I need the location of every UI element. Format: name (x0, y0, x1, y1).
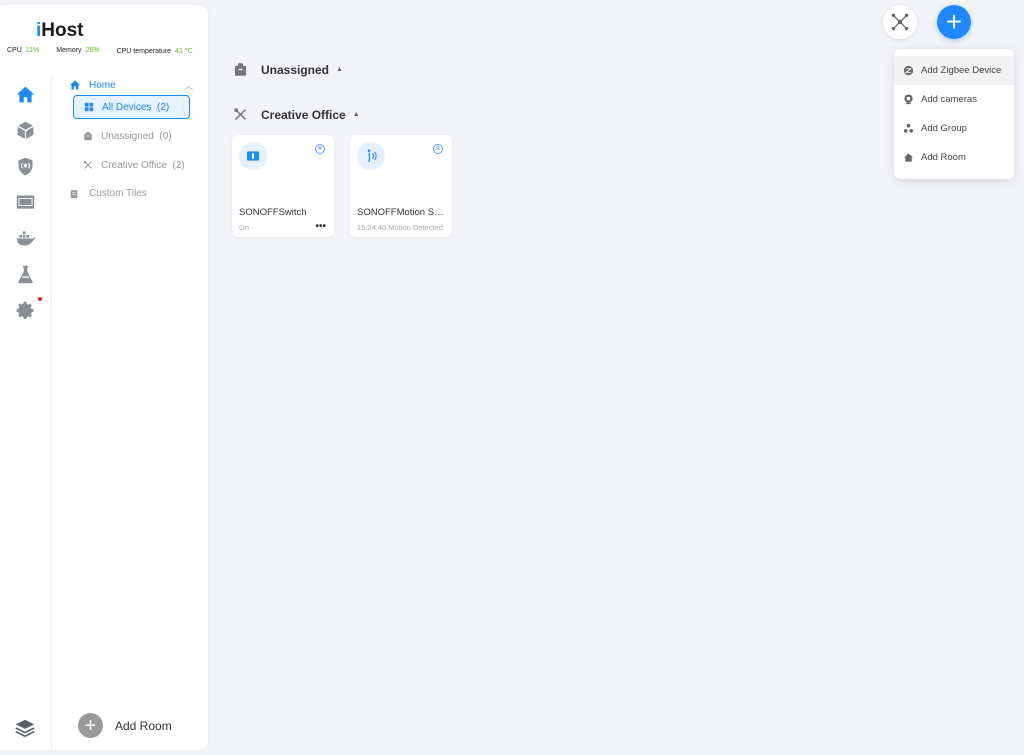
memory-stat: Memory 25% (56, 47, 100, 54)
group-icon (903, 123, 914, 133)
device-name: SONOFFSwitch (239, 207, 307, 218)
caret-up-icon: ▲ (336, 66, 343, 73)
device-card-sonoff-motion-sensor[interactable]: R SONOFFMotion Sensor 15:24:40 Motion De… (350, 135, 452, 237)
home-icon[interactable] (14, 83, 36, 105)
icon-rail (0, 75, 52, 750)
notification-dot (38, 297, 42, 301)
cpu-temperature-stat: CPU temperature 41 ℃ (116, 48, 193, 55)
add-button[interactable]: + (937, 5, 971, 39)
topology-button[interactable] (883, 5, 917, 39)
shield-icon[interactable] (14, 155, 36, 177)
monitor-icon[interactable] (14, 191, 36, 213)
nav-item-creative-office[interactable]: Creative Office (2) (73, 153, 190, 177)
app-logo: iHost (36, 20, 84, 41)
cpu-stat: CPU 11% (7, 47, 40, 54)
plus-icon: + (78, 713, 103, 738)
add-dropdown-menu: Add Zigbee Device Add cameras Add Group … (894, 49, 1014, 179)
grid-icon (84, 102, 94, 112)
clipboard-icon (70, 189, 78, 198)
docker-icon[interactable] (14, 227, 36, 249)
caret-up-icon: ▲ (352, 111, 360, 118)
box-icon (234, 63, 247, 76)
box-icon (84, 131, 92, 141)
section-creative-office[interactable]: Creative Office ▲ (233, 107, 360, 122)
menu-item-add-zigbee-device[interactable]: Add Zigbee Device (894, 56, 1014, 85)
menu-item-add-group[interactable]: Add Group (894, 114, 1014, 143)
nav-custom-tiles[interactable]: Custom Tiles (69, 188, 147, 199)
r-badge: R (433, 144, 443, 154)
menu-item-add-room[interactable]: Add Room (894, 143, 1014, 172)
cube-icon[interactable] (14, 119, 36, 141)
camera-icon (904, 94, 913, 105)
tools-icon (234, 108, 247, 121)
sidebar-panel: iHost CPU 11% Memory 25% CPU temperature 41… (0, 5, 208, 750)
network-topology-icon (891, 13, 909, 31)
nav-item-all-devices[interactable]: All Devices (2) (73, 95, 190, 119)
device-status: 15:24:40 Motion Detected (357, 223, 443, 232)
motion-icon (357, 142, 385, 170)
nav-item-unassigned[interactable]: Unassigned (0) (73, 124, 190, 148)
section-unassigned[interactable]: Unassigned ▲ (233, 62, 343, 77)
room-icon (903, 153, 914, 162)
chevron-up-icon[interactable]: ︿ (184, 79, 193, 92)
flask-icon[interactable] (14, 263, 36, 285)
home-icon (70, 80, 80, 90)
device-card-sonoff-switch[interactable]: R SONOFFSwitch On ••• (232, 135, 334, 237)
r-badge: R (315, 144, 325, 154)
add-room-button[interactable]: + Add Room (78, 713, 172, 738)
layers-icon[interactable] (14, 717, 36, 739)
tools-icon (83, 160, 92, 169)
switch-icon (239, 142, 267, 170)
menu-item-add-cameras[interactable]: Add cameras (894, 85, 1014, 114)
zigbee-icon (903, 65, 914, 76)
gear-icon[interactable] (14, 299, 36, 321)
nav-home[interactable]: Home ︿ (69, 77, 193, 93)
more-options-icon[interactable]: ••• (315, 221, 326, 232)
system-stats: CPU 11% Memory 25% CPU temperature 41 ℃ (7, 47, 207, 55)
device-name: SONOFFMotion Sensor (357, 207, 447, 218)
